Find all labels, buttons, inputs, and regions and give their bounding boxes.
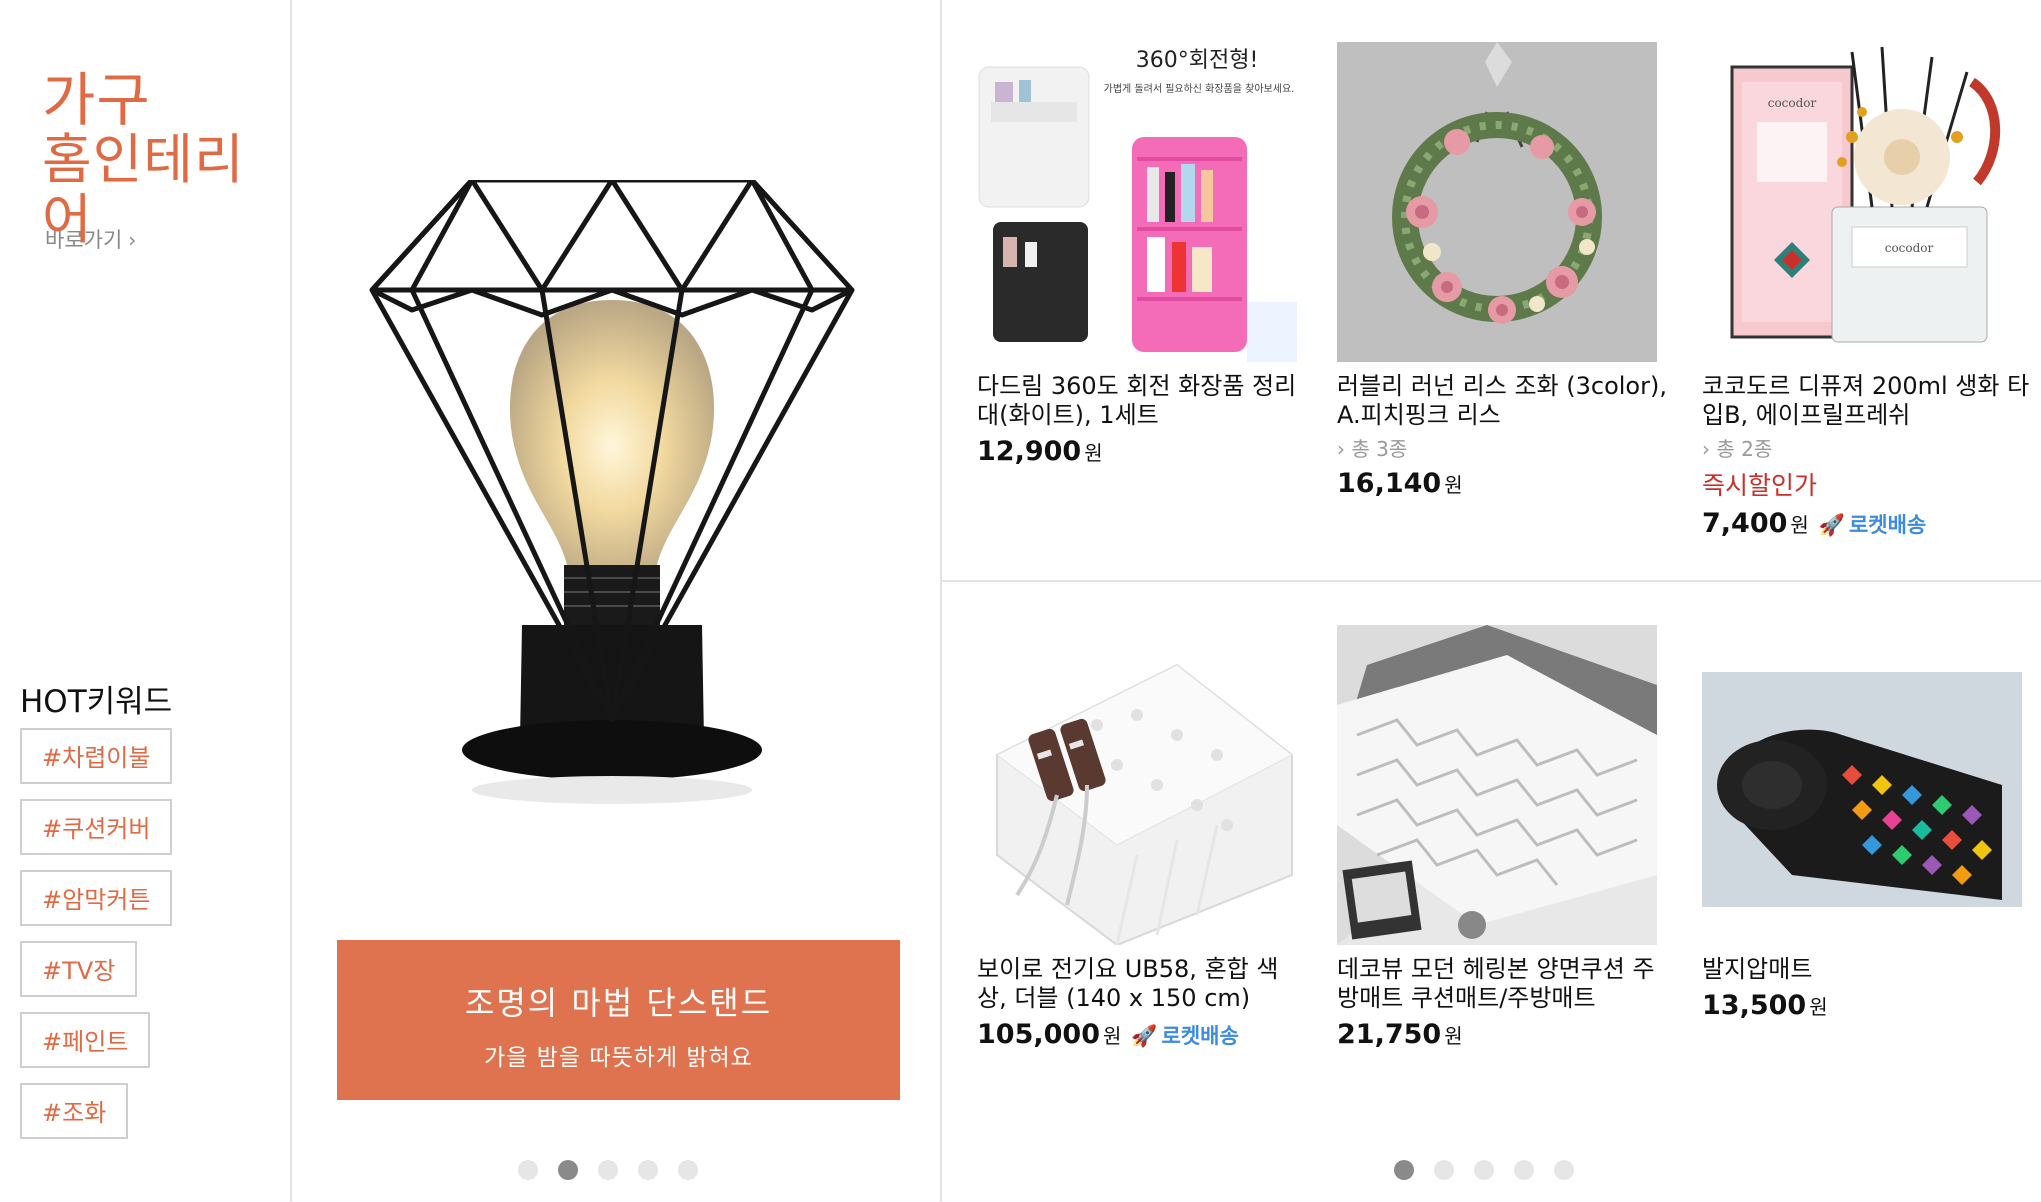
chevron-right-icon: ›: [128, 228, 137, 252]
product-name[interactable]: 코코도르 디퓨져 200ml 생화 타입B, 에이프릴프레쉬: [1702, 372, 2032, 430]
rocket-delivery-badge: 🚀 로켓배송: [1819, 513, 1926, 537]
currency: 원: [1444, 1024, 1463, 1048]
price-value: 13,500: [1702, 990, 1807, 1021]
pager-dot[interactable]: [598, 1160, 618, 1180]
product-price: 12,900 원: [977, 436, 1307, 467]
keyword-chip[interactable]: #암막커튼: [20, 870, 173, 926]
currency: 원: [1809, 995, 1828, 1019]
product-name[interactable]: 다드림 360도 회전 화장품 정리대(화이트), 1세트: [977, 372, 1307, 430]
product-price: 105,000 원 🚀 로켓배송: [977, 1019, 1307, 1050]
svg-text:가볍게 돌려서 필요하신 화장품을 찾아보세요.: 가볍게 돌려서 필요하신 화장품을 찾아보세요.: [1104, 82, 1295, 95]
product-image: 360°회전형! 가볍게 돌려서 필요하신 화장품을 찾아보세요.: [977, 42, 1297, 362]
product-image: cocodor cocodor: [1702, 42, 2022, 362]
products-pager: [1394, 1160, 1574, 1180]
product-card[interactable]: 발지압매트 13,500 원: [1702, 625, 2032, 1021]
product-card[interactable]: 360°회전형! 가볍게 돌려서 필요하신 화장품을 찾아보세요. 다드림 36…: [977, 42, 1307, 467]
price-value: 12,900: [977, 436, 1082, 467]
instant-discount-label: 즉시할인가: [1702, 471, 1818, 500]
goto-label: 바로가기: [45, 228, 123, 252]
banner-caption[interactable]: 조명의 마법 단스탠드 가을 밤을 따뜻하게 밝혀요: [337, 940, 900, 1100]
goto-link[interactable]: 바로가기 ›: [45, 224, 136, 254]
keyword-chip[interactable]: #페인트: [20, 1012, 151, 1068]
banner-subtitle: 가을 밤을 따뜻하게 밝혀요: [484, 1045, 753, 1071]
category-title[interactable]: 가구 홈인테리어: [42, 70, 290, 250]
keyword-chip[interactable]: #조화: [20, 1083, 129, 1139]
product-variants[interactable]: › 총 2종: [1702, 433, 2032, 462]
pager-dot-active[interactable]: [558, 1160, 578, 1180]
keyword-chip[interactable]: #TV장: [20, 941, 138, 997]
category-sidebar: 가구 홈인테리어 바로가기 › HOT키워드 #차렵이불 #쿠션커버 #암막커튼 …: [0, 0, 292, 1202]
product-image: [1337, 42, 1657, 362]
pager-dot[interactable]: [1514, 1160, 1534, 1180]
keyword-chip[interactable]: #차렵이불: [20, 728, 173, 784]
product-price: 7,400 원 🚀 로켓배송: [1702, 508, 2032, 539]
product-price: 16,140 원: [1337, 468, 1667, 499]
banner-title: 조명의 마법 단스탠드: [464, 984, 773, 1022]
rocket-label: 로켓배송: [1161, 1024, 1239, 1048]
row-divider: [942, 580, 2041, 582]
rocket-delivery-badge: 🚀 로켓배송: [1131, 1024, 1238, 1048]
product-name[interactable]: 발지압매트: [1702, 955, 2032, 984]
svg-text:360°회전형!: 360°회전형!: [1136, 48, 1259, 73]
product-name[interactable]: 데코뷰 모던 헤링본 양면쿠션 주방매트 쿠션매트/주방매트: [1337, 955, 1667, 1013]
rocket-icon: 🚀: [1818, 513, 1845, 537]
banner-pager: [518, 1160, 698, 1180]
rocket-icon: 🚀: [1131, 1024, 1158, 1048]
pager-dot[interactable]: [1554, 1160, 1574, 1180]
product-variants[interactable]: › 총 3종: [1337, 433, 1667, 462]
category-title-line1: 가구: [42, 66, 151, 134]
price-value: 7,400: [1702, 508, 1788, 539]
chevron-right-icon: ›: [1337, 437, 1345, 461]
product-card[interactable]: 데코뷰 모던 헤링본 양면쿠션 주방매트 쿠션매트/주방매트 21,750 원: [1337, 625, 1667, 1050]
product-image: [977, 625, 1297, 945]
product-price: 21,750 원: [1337, 1019, 1667, 1050]
product-name[interactable]: 보이로 전기요 UB58, 혼합 색상, 더블 (140 x 150 cm): [977, 955, 1307, 1013]
page: 가구 홈인테리어 바로가기 › HOT키워드 #차렵이불 #쿠션커버 #암막커튼 …: [0, 0, 2041, 1202]
price-value: 16,140: [1337, 468, 1442, 499]
keyword-chip[interactable]: #쿠션커버: [20, 799, 173, 855]
pager-dot-active[interactable]: [1394, 1160, 1414, 1180]
product-card[interactable]: 러블리 러넌 리스 조화 (3color), A.피치핑크 리스 › 총 3종 …: [1337, 42, 1667, 499]
hot-keywords-title: HOT키워드: [20, 684, 173, 720]
product-price: 13,500 원: [1702, 990, 2032, 1021]
pager-dot[interactable]: [1434, 1160, 1454, 1180]
currency: 원: [1084, 441, 1103, 465]
currency: 원: [1444, 473, 1463, 497]
product-card[interactable]: 보이로 전기요 UB58, 혼합 색상, 더블 (140 x 150 cm) 1…: [977, 625, 1307, 1050]
lamp-image: [369, 180, 855, 804]
price-value: 21,750: [1337, 1019, 1442, 1050]
svg-text:cocodor: cocodor: [1885, 241, 1934, 255]
product-card[interactable]: cocodor cocodor 코코도르 디퓨져 200ml 생화 타입B, 에…: [1702, 42, 2032, 539]
product-image: [1337, 625, 1657, 945]
product-image: [1702, 625, 2022, 945]
svg-text:cocodor: cocodor: [1768, 96, 1817, 110]
variant-count: 총 3종: [1351, 437, 1408, 461]
currency: 원: [1102, 1024, 1122, 1048]
pager-dot[interactable]: [518, 1160, 538, 1180]
variant-count: 총 2종: [1716, 437, 1773, 461]
pager-dot[interactable]: [1474, 1160, 1494, 1180]
price-value: 105,000: [977, 1019, 1100, 1050]
pager-dot[interactable]: [678, 1160, 698, 1180]
product-name[interactable]: 러블리 러넌 리스 조화 (3color), A.피치핑크 리스: [1337, 372, 1667, 430]
pager-dot[interactable]: [638, 1160, 658, 1180]
product-grid: 360°회전형! 가볍게 돌려서 필요하신 화장품을 찾아보세요. 다드림 36…: [942, 0, 2041, 1202]
chevron-right-icon: ›: [1702, 437, 1710, 461]
currency: 원: [1790, 513, 1809, 537]
promo-banner[interactable]: 조명의 마법 단스탠드 가을 밤을 따뜻하게 밝혀요: [292, 0, 942, 1202]
rocket-label: 로켓배송: [1848, 513, 1927, 537]
